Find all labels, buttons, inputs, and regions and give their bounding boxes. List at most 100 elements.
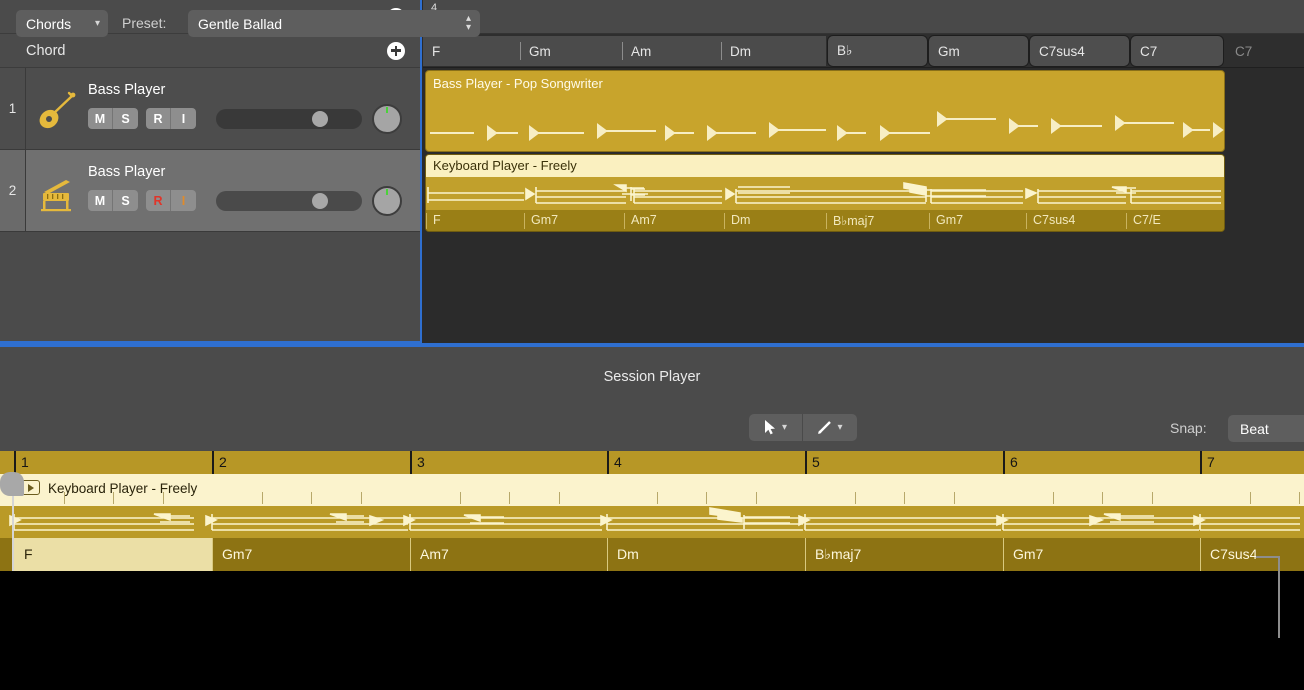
- track-1-volume-slider[interactable]: [216, 109, 362, 129]
- editor-note-display: [0, 506, 1304, 538]
- ruler-bar-number: 5: [805, 451, 820, 474]
- chord-label: B♭maj7: [815, 546, 862, 562]
- track-1-record-input-group: R I: [146, 108, 196, 129]
- region-bass-player[interactable]: Bass Player - Pop Songwriter: [425, 70, 1225, 152]
- editor-chord-cell[interactable]: Gm7: [1003, 538, 1200, 571]
- ruler-bar-number: 2: [212, 451, 227, 474]
- chord-track-cell[interactable]: C7: [1226, 36, 1304, 66]
- chord-label: Dm: [730, 43, 751, 59]
- track-2-mute-button[interactable]: M: [88, 190, 113, 211]
- region-chord-label: C7sus4: [1026, 213, 1075, 229]
- region-name-label: Keyboard Player - Freely: [433, 158, 577, 173]
- chord-track-cell[interactable]: Dm: [721, 36, 826, 66]
- callout-vertical-segment: [1278, 556, 1280, 638]
- ruler-bar-number: 6: [1003, 451, 1018, 474]
- region-title-bar: Keyboard Player - Freely: [426, 155, 1224, 177]
- chevron-down-icon: ▾: [94, 18, 100, 29]
- chord-track-lane[interactable]: F Gm Am Dm B♭ Gm C7sus4 C7 C7: [423, 34, 1304, 68]
- track-headers-empty-area[interactable]: [0, 234, 422, 343]
- beat-tick: [706, 492, 707, 504]
- track-2-record-button[interactable]: R: [146, 190, 171, 211]
- track-2-input-monitor-button[interactable]: I: [171, 190, 196, 211]
- track-2-solo-button[interactable]: S: [113, 190, 138, 211]
- snap-value: Beat: [1240, 420, 1269, 437]
- track-1-input-monitor-button[interactable]: I: [171, 108, 196, 129]
- pointer-tool-button[interactable]: ▾: [749, 414, 803, 441]
- region-name-label: Bass Player - Pop Songwriter: [433, 76, 603, 91]
- chord-track-cell[interactable]: F: [423, 36, 520, 66]
- volume-knob[interactable]: [312, 111, 328, 127]
- track-2-pan-knob[interactable]: [372, 186, 402, 216]
- track-2-volume-slider[interactable]: [216, 191, 362, 211]
- beat-tick: [1151, 492, 1153, 504]
- track-1-solo-button[interactable]: S: [113, 108, 138, 129]
- beat-tick: [953, 492, 955, 504]
- track-1-mute-button[interactable]: M: [88, 108, 113, 129]
- chord-label: Gm: [938, 43, 960, 59]
- editor-chord-cell[interactable]: Gm7: [212, 538, 410, 571]
- beat-tick: [63, 492, 65, 504]
- chord-label: C7sus4: [1039, 43, 1085, 59]
- chord-track-cell[interactable]: C7: [1131, 36, 1223, 66]
- beat-tick: [459, 492, 461, 504]
- editor-chord-cell[interactable]: F: [14, 538, 212, 571]
- add-chord-button[interactable]: [387, 41, 405, 60]
- editor-playhead[interactable]: [0, 472, 24, 571]
- volume-knob[interactable]: [312, 193, 328, 209]
- track-name-1[interactable]: Bass Player: [88, 82, 165, 98]
- session-player-title: Session Player: [603, 369, 701, 385]
- session-player-panel: Session Player: [0, 347, 1304, 451]
- beat-tick: [113, 492, 114, 504]
- ruler-bar-number: 7: [1200, 451, 1215, 474]
- region-keyboard-player[interactable]: Keyboard Player - Freely F Gm7 Am7 Dm B♭…: [425, 154, 1225, 232]
- track-number-2: 2: [0, 150, 26, 231]
- track-1-record-button[interactable]: R: [146, 108, 171, 129]
- preset-menu[interactable]: Gentle Ballad ▴ ▾: [188, 10, 480, 37]
- tool-selector-group: ▾ ▾: [749, 414, 857, 441]
- track-name-2[interactable]: Bass Player: [88, 164, 165, 180]
- track-header-2[interactable]: 2 Bass Player M S R I: [0, 150, 421, 232]
- chord-label: F: [24, 546, 33, 562]
- beat-tick: [755, 492, 757, 504]
- editor-chord-cell[interactable]: B♭maj7: [805, 538, 1003, 571]
- track-2-button-row: M S R I: [88, 190, 196, 211]
- snap-menu[interactable]: Beat: [1228, 415, 1304, 442]
- chord-label: C7: [1235, 43, 1253, 59]
- up-down-stepper-icon[interactable]: ▴ ▾: [466, 14, 471, 33]
- timeline-area: 4 4 F F Gm Am Dm B♭ Gm C7sus4 C7 C7 Bass Player …: [423, 0, 1304, 343]
- preset-label: Preset:: [122, 15, 167, 31]
- beat-tick: [509, 492, 510, 504]
- chord-track-cell[interactable]: Gm: [929, 36, 1028, 66]
- signature-track-lane[interactable]: 4 4 F: [423, 0, 1304, 34]
- chord-track-label: Chord: [26, 42, 66, 59]
- track-1-pan-knob[interactable]: [372, 104, 402, 134]
- editor-chord-cell[interactable]: Am7: [410, 538, 607, 571]
- pencil-tool-button[interactable]: ▾: [803, 414, 857, 441]
- editor-ruler[interactable]: 1 2 3 4 5 6 7: [0, 451, 1304, 474]
- chord-track-cell[interactable]: B♭: [828, 36, 927, 66]
- chord-track-cell[interactable]: C7sus4: [1030, 36, 1129, 66]
- beat-tick: [360, 492, 362, 504]
- region-chord-label: Gm7: [524, 213, 558, 229]
- editor-chord-cell[interactable]: Dm: [607, 538, 805, 571]
- chord-track-cell[interactable]: Am: [622, 36, 721, 66]
- region-chord-label: C7/E: [1126, 213, 1161, 229]
- chord-label: Am7: [420, 546, 449, 562]
- editor-region-title-bar[interactable]: Keyboard Player - Freely: [0, 474, 1304, 506]
- editor-chord-cell[interactable]: C7sus4: [1200, 538, 1304, 571]
- chords-mode-menu[interactable]: Chords ▾: [16, 10, 108, 37]
- empty-black-area: [0, 571, 1304, 690]
- track-headers-column: Signature Chord 1: [0, 0, 422, 343]
- track-header-1[interactable]: 1 Bass Player M S R I: [0, 68, 421, 150]
- chord-track-cell[interactable]: Gm: [520, 36, 622, 66]
- pencil-tool-icon: [818, 421, 832, 434]
- beat-tick: [854, 492, 856, 504]
- chord-label: C7sus4: [1210, 546, 1258, 562]
- session-player-editor[interactable]: 1234567 Keyboard Player - Freely F Gm7 A…: [0, 451, 1304, 571]
- beat-tick: [162, 492, 164, 504]
- track-2-record-input-group: R I: [146, 190, 196, 211]
- global-track-chord[interactable]: Chord: [0, 34, 421, 68]
- arrange-area: Signature Chord 1: [0, 0, 1304, 343]
- editor-chord-row[interactable]: F Gm7 Am7 Dm B♭maj7 Gm7 C7sus4: [0, 538, 1304, 571]
- beat-tick: [311, 492, 312, 504]
